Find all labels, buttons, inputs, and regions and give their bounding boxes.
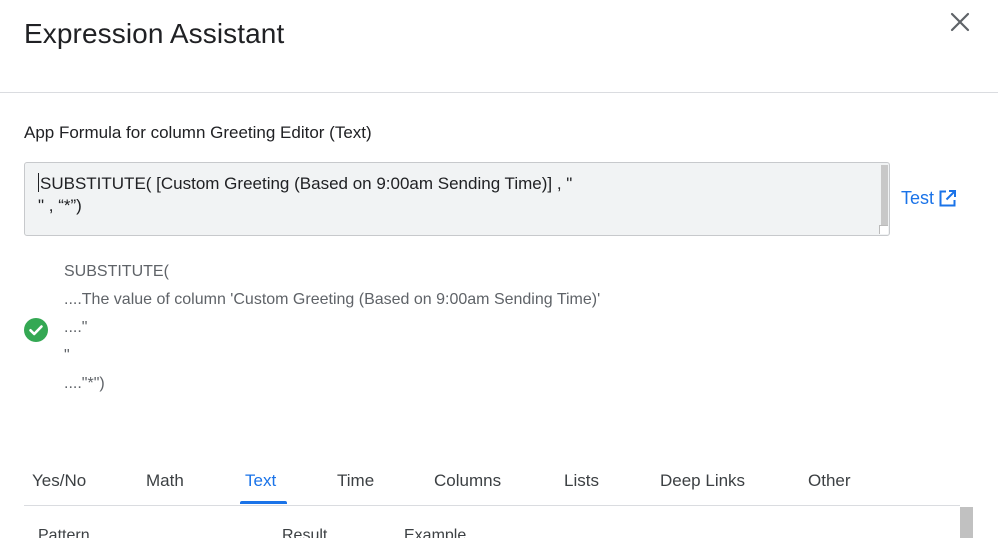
open-in-new-icon	[939, 190, 957, 207]
formula-explanation: SUBSTITUTE( ....The value of column 'Cus…	[64, 260, 600, 400]
tab-text[interactable]: Text	[245, 458, 276, 504]
explanation-line: "	[64, 347, 70, 364]
tab-time[interactable]: Time	[337, 458, 374, 504]
resize-handle[interactable]	[879, 225, 888, 234]
column-header-result: Result	[282, 527, 328, 538]
formula-label: App Formula for column Greeting Editor (…	[24, 123, 372, 142]
tab-other[interactable]: Other	[808, 458, 851, 504]
tab-lists[interactable]: Lists	[564, 458, 599, 504]
editor-scrollbar[interactable]	[881, 165, 888, 227]
formula-line-2: " , “*”)	[38, 196, 82, 215]
dialog-title: Expression Assistant	[24, 18, 285, 49]
explanation-line: ....The value of column 'Custom Greeting…	[64, 291, 601, 308]
explanation-line: ...."	[64, 319, 88, 336]
explanation-line: ...."*")	[64, 375, 105, 392]
active-tab-indicator	[240, 501, 287, 504]
table-scrollbar[interactable]	[960, 507, 973, 538]
close-icon[interactable]	[949, 11, 971, 33]
tab-columns[interactable]: Columns	[434, 458, 501, 504]
test-link[interactable]: Test	[901, 188, 957, 209]
tab-yes-no[interactable]: Yes/No	[32, 458, 86, 504]
table-header-row: Pattern Result Example	[24, 506, 960, 538]
column-header-example: Example	[404, 527, 467, 538]
formula-editor-text[interactable]: SUBSTITUTE( [Custom Greeting (Based on 9…	[38, 173, 572, 217]
formula-editor[interactable]: SUBSTITUTE( [Custom Greeting (Based on 9…	[24, 162, 890, 236]
test-label: Test	[901, 188, 935, 208]
tab-math[interactable]: Math	[146, 458, 184, 504]
close-button[interactable]	[946, 8, 974, 36]
formula-line-1: SUBSTITUTE( [Custom Greeting (Based on 9…	[40, 174, 573, 193]
category-tabs: Yes/No Math Text Time Columns Lists Deep…	[0, 458, 998, 506]
header-divider	[0, 92, 998, 93]
tab-deep-links[interactable]: Deep Links	[660, 458, 745, 504]
text-caret	[38, 173, 39, 192]
explanation-line: SUBSTITUTE(	[64, 263, 169, 280]
check-circle-icon	[24, 318, 48, 342]
column-header-pattern: Pattern	[38, 527, 90, 538]
